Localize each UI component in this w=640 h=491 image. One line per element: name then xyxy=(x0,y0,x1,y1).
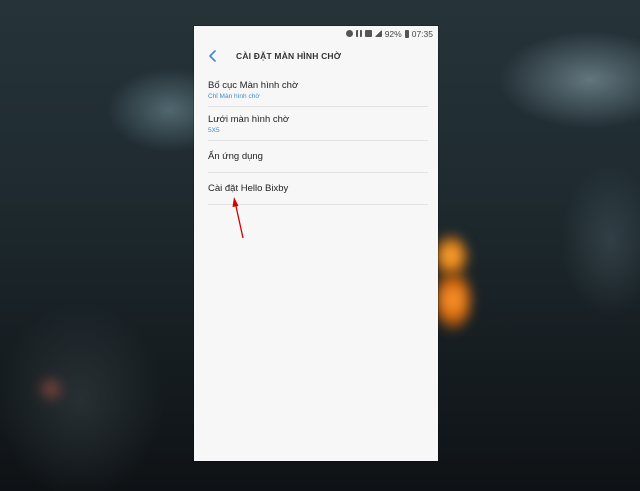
sim-icon xyxy=(364,30,372,37)
status-bar: 92% 07:35 xyxy=(194,26,438,41)
back-button[interactable] xyxy=(204,47,222,65)
setting-hello-bixby[interactable]: Cài đặt Hello Bixby xyxy=(208,173,428,205)
setting-home-layout[interactable]: Bố cục Màn hình chờ Chỉ Màn hình chờ xyxy=(208,73,428,107)
bokeh-light xyxy=(436,270,470,330)
phone-screen: 92% 07:35 CÀI ĐẶT MÀN HÌNH CHỜ Bố cục Mà… xyxy=(194,26,438,461)
setting-home-grid[interactable]: Lưới màn hình chờ 5X5 xyxy=(208,107,428,141)
list-item-title: Ẩn ứng dụng xyxy=(208,151,263,162)
app-bar: CÀI ĐẶT MÀN HÌNH CHỜ xyxy=(194,41,438,71)
battery-percent: 92% xyxy=(384,28,402,39)
wifi-icon xyxy=(355,30,362,37)
list-item-subtitle: 5X5 xyxy=(208,127,220,134)
alarm-icon xyxy=(345,30,353,37)
page-title: CÀI ĐẶT MÀN HÌNH CHỜ xyxy=(236,51,342,61)
setting-hide-apps[interactable]: Ẩn ứng dụng xyxy=(208,141,428,173)
list-item-title: Bố cục Màn hình chờ xyxy=(208,80,299,91)
clock: 07:35 xyxy=(411,28,433,39)
list-item-title: Lưới màn hình chờ xyxy=(208,114,290,125)
battery-icon xyxy=(404,29,409,38)
bokeh-light xyxy=(40,378,62,400)
list-item-title: Cài đặt Hello Bixby xyxy=(208,183,289,194)
list-item-subtitle: Chỉ Màn hình chờ xyxy=(208,93,260,100)
signal-icon xyxy=(374,30,382,37)
chevron-left-icon xyxy=(209,50,216,62)
settings-list: Bố cục Màn hình chờ Chỉ Màn hình chờ Lướ… xyxy=(194,73,438,205)
